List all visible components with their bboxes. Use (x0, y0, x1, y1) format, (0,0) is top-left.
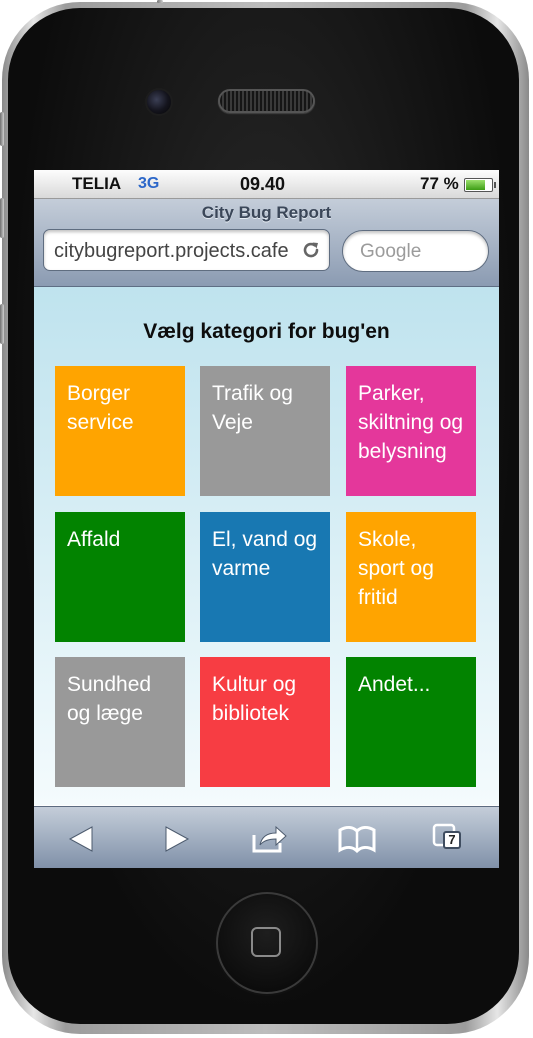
category-tile-trafik-og-veje[interactable]: Trafik og Veje (200, 366, 330, 496)
open-tabs-count: 7 (443, 831, 461, 849)
url-text: citybugreport.projects.cafe (54, 240, 289, 262)
front-camera (147, 90, 171, 114)
forward-arrow-icon[interactable] (156, 823, 196, 855)
earpiece-speaker (218, 89, 315, 113)
address-bar[interactable]: citybugreport.projects.cafe (43, 229, 330, 271)
search-input[interactable]: Google (342, 230, 489, 272)
share-icon[interactable] (250, 823, 290, 855)
home-square-icon (251, 927, 281, 957)
browser-toolbar: 7 (34, 806, 499, 868)
category-tile-borger-service[interactable]: Borger service (55, 366, 185, 496)
battery-icon (464, 178, 496, 192)
status-clock: 09.40 (240, 174, 286, 194)
network-type: 3G (138, 175, 160, 192)
power-button (157, 0, 163, 3)
page-title: City Bug Report (201, 203, 332, 222)
mute-switch (0, 112, 4, 146)
page-content: Vælg kategori for bug'en Borger service … (34, 287, 499, 805)
category-tile-sundhed-og-laege[interactable]: Sundhed og læge (55, 657, 185, 787)
category-heading: Vælg kategori for bug'en (143, 320, 390, 343)
bookmarks-icon[interactable] (337, 823, 377, 855)
category-tile-skole-sport-fritid[interactable]: Skole, sport og fritid (346, 512, 476, 642)
status-bar: TELIA 3G 09.40 77 % (34, 170, 499, 206)
category-tile-andet[interactable]: Andet... (346, 657, 476, 787)
reload-icon[interactable] (300, 239, 322, 266)
category-tile-parker-skiltning-belysning[interactable]: Parker, skiltning og belysning (346, 366, 476, 496)
volume-up-button (0, 198, 4, 238)
phone-screen: TELIA 3G 09.40 77 % City Bug Report city… (34, 170, 499, 868)
battery-percent: 77 % (420, 174, 459, 193)
category-tile-affald[interactable]: Affald (55, 512, 185, 642)
carrier-name: TELIA (72, 174, 122, 193)
back-arrow-icon[interactable] (62, 823, 102, 855)
tabs-icon[interactable]: 7 (432, 823, 472, 855)
search-placeholder: Google (360, 241, 422, 262)
category-tile-el-vand-varme[interactable]: El, vand og varme (200, 512, 330, 642)
home-button[interactable] (216, 892, 318, 994)
browser-header: City Bug Report citybugreport.projects.c… (34, 199, 499, 287)
category-tile-kultur-og-bibliotek[interactable]: Kultur og bibliotek (200, 657, 330, 787)
volume-down-button (0, 304, 4, 344)
